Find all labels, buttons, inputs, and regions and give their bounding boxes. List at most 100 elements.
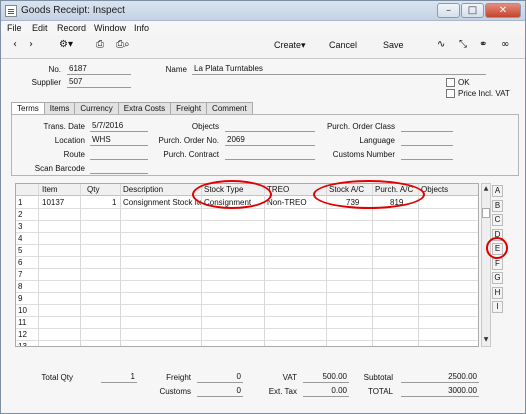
name-field[interactable]: La Plata Turntables bbox=[192, 64, 486, 75]
letter-button-d[interactable]: D bbox=[492, 228, 503, 241]
table-row[interactable]: 4 bbox=[16, 233, 478, 245]
supplier-label: Supplier bbox=[31, 78, 61, 87]
menu-record[interactable]: Record bbox=[57, 23, 86, 33]
location-field[interactable]: WHS bbox=[90, 135, 148, 146]
link-icon[interactable]: ∞ bbox=[501, 39, 509, 50]
scan-barcode-field[interactable] bbox=[90, 163, 148, 174]
column-header-purch-ac[interactable]: Purch. A/C bbox=[375, 185, 413, 194]
title-bar[interactable]: Goods Receipt: Inspect – □ ✕ bbox=[1, 1, 525, 21]
column-header-objects[interactable]: Objects bbox=[421, 185, 448, 194]
language-label: Language bbox=[359, 136, 395, 145]
customs-field: 0 bbox=[197, 386, 243, 397]
customs-number-field[interactable] bbox=[401, 149, 453, 160]
no-label: No. bbox=[48, 65, 61, 74]
menu-file[interactable]: File bbox=[7, 23, 22, 33]
purch-order-class-field[interactable] bbox=[401, 121, 453, 132]
row-number: 7 bbox=[18, 270, 23, 279]
column-header-stock-ac[interactable]: Stock A/C bbox=[329, 185, 364, 194]
next-record-icon[interactable]: › bbox=[29, 39, 33, 50]
previous-record-icon[interactable]: ‹ bbox=[13, 39, 17, 50]
vat-label: VAT bbox=[282, 373, 297, 382]
table-cell[interactable]: 1 bbox=[112, 198, 116, 207]
row-number: 13 bbox=[18, 342, 27, 347]
table-cell[interactable]: Consignment bbox=[204, 198, 251, 207]
letter-button-a[interactable]: A bbox=[492, 185, 503, 197]
create-button[interactable]: Create▾ bbox=[274, 40, 306, 51]
grid-scrollbar[interactable]: ▲ ▼ bbox=[481, 183, 491, 347]
table-row[interactable]: 1 10137 1 Consignment Stock Ite Consignment N… bbox=[16, 197, 478, 209]
price-incl-vat-checkbox[interactable] bbox=[446, 89, 455, 98]
activity-icon[interactable]: ∿ bbox=[437, 39, 445, 50]
tab-extra-costs[interactable]: Extra Costs bbox=[117, 102, 172, 114]
objects-field[interactable] bbox=[225, 121, 315, 132]
save-button[interactable]: Save bbox=[383, 40, 404, 50]
column-header-description[interactable]: Description bbox=[123, 185, 163, 194]
ok-checkbox[interactable] bbox=[446, 78, 455, 87]
table-row[interactable]: 6 bbox=[16, 257, 478, 269]
table-row[interactable]: 10 bbox=[16, 305, 478, 317]
menu-info[interactable]: Info bbox=[134, 23, 149, 33]
menu-window[interactable]: Window bbox=[94, 23, 126, 33]
tab-terms[interactable]: Terms bbox=[11, 102, 45, 114]
scroll-up-icon[interactable]: ▲ bbox=[482, 185, 490, 194]
purch-order-no-field[interactable]: 2069 bbox=[225, 135, 315, 146]
table-row[interactable]: 8 bbox=[16, 281, 478, 293]
location-label: Location bbox=[54, 136, 85, 145]
table-cell[interactable]: 10137 bbox=[42, 198, 64, 207]
tab-freight[interactable]: Freight bbox=[170, 102, 208, 114]
row-number: 2 bbox=[18, 210, 23, 219]
scroll-thumb[interactable] bbox=[482, 208, 490, 218]
table-cell[interactable]: Non-TREO bbox=[267, 198, 307, 207]
letter-button-b[interactable]: B bbox=[492, 199, 503, 212]
tab-comment[interactable]: Comment bbox=[206, 102, 253, 114]
tab-currency[interactable]: Currency bbox=[74, 102, 119, 114]
total-qty-field: 1 bbox=[101, 372, 137, 383]
letter-button-c[interactable]: C bbox=[492, 214, 503, 226]
table-row[interactable]: 7 bbox=[16, 269, 478, 281]
window-title: Goods Receipt: Inspect bbox=[21, 5, 125, 16]
print-preview-icon[interactable]: ⎙⌕ bbox=[116, 39, 130, 50]
window-controls: – □ ✕ bbox=[437, 3, 521, 18]
maximize-icon[interactable]: □ bbox=[461, 3, 484, 18]
tab-items[interactable]: Items bbox=[43, 102, 76, 114]
table-row[interactable]: 13 bbox=[16, 341, 478, 347]
attachment-icon[interactable]: ⚭ bbox=[479, 39, 487, 50]
table-cell[interactable]: 739 bbox=[346, 198, 359, 207]
table-row[interactable]: 3 bbox=[16, 221, 478, 233]
close-icon[interactable]: ✕ bbox=[485, 3, 521, 18]
letter-button-f[interactable]: F bbox=[492, 257, 503, 270]
column-header-treo[interactable]: TREO bbox=[267, 185, 289, 194]
column-header-stock-type[interactable]: Stock Type bbox=[204, 185, 243, 194]
table-row[interactable]: 11 bbox=[16, 317, 478, 329]
print-icon[interactable]: ⎙ bbox=[96, 39, 104, 50]
table-row[interactable]: 12 bbox=[16, 329, 478, 341]
row-number: 9 bbox=[18, 294, 23, 303]
tab-strip: Terms Items Currency Extra Costs Freight… bbox=[11, 102, 253, 114]
supplier-field[interactable]: 507 bbox=[67, 77, 131, 88]
no-field[interactable]: 6187 bbox=[67, 64, 131, 75]
gear-icon[interactable]: ⚙▾ bbox=[59, 39, 73, 50]
letter-button-g[interactable]: G bbox=[492, 272, 503, 284]
letter-button-e[interactable]: E bbox=[492, 243, 503, 255]
table-row[interactable]: 2 bbox=[16, 209, 478, 221]
table-cell[interactable]: 819 bbox=[390, 198, 403, 207]
menu-edit[interactable]: Edit bbox=[32, 23, 48, 33]
purch-contract-field[interactable] bbox=[225, 149, 315, 160]
column-header-item[interactable]: Item bbox=[42, 185, 58, 194]
route-field[interactable] bbox=[90, 149, 148, 160]
scroll-down-icon[interactable]: ▼ bbox=[482, 336, 490, 345]
row-number: 8 bbox=[18, 282, 23, 291]
column-header-qty[interactable]: Qty bbox=[87, 185, 99, 194]
table-row[interactable]: 5 bbox=[16, 245, 478, 257]
cancel-button[interactable]: Cancel bbox=[329, 40, 357, 50]
goods-receipt-window: Goods Receipt: Inspect – □ ✕ File Edit R… bbox=[0, 0, 526, 414]
minimize-icon[interactable]: – bbox=[437, 3, 460, 18]
fullscreen-icon[interactable]: ⤡ bbox=[459, 39, 467, 50]
purch-order-class-label: Purch. Order Class bbox=[326, 122, 395, 131]
language-field[interactable] bbox=[401, 135, 453, 146]
trans-date-field[interactable]: 5/7/2016 bbox=[90, 121, 148, 132]
table-cell[interactable]: Consignment Stock Ite bbox=[123, 198, 201, 207]
letter-button-h[interactable]: H bbox=[492, 286, 503, 299]
letter-button-i[interactable]: I bbox=[492, 301, 503, 313]
table-row[interactable]: 9 bbox=[16, 293, 478, 305]
